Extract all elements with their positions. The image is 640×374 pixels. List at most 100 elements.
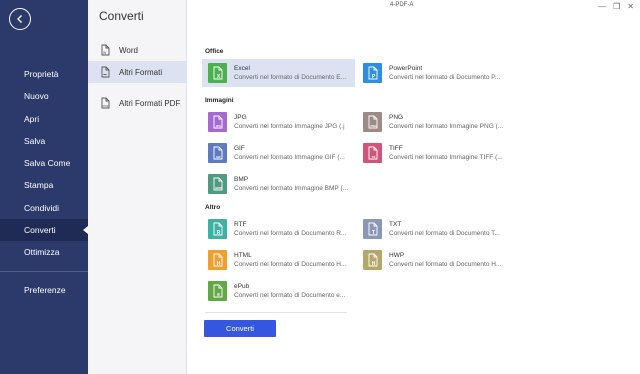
format-name: PNG	[389, 114, 404, 121]
format-name: ePub	[234, 283, 250, 290]
nav-item-salva[interactable]: Salva	[0, 130, 88, 152]
window-controls: — ❐ ✕	[598, 2, 634, 11]
format-description: Converti nel formato Immagine TIFF (...	[389, 154, 503, 161]
subnav-title: Converti	[99, 9, 144, 23]
tiff-file-icon: TIF	[363, 143, 382, 163]
format-name: TXT	[389, 221, 402, 228]
format-rtf-tile[interactable]: R RTF Converti nel formato di Documento R.…	[202, 215, 355, 243]
format-name: GIF	[234, 145, 245, 152]
format-html-tile[interactable]: H HTML Converti nel formato di Documento H…	[202, 246, 355, 274]
subnav-item-word[interactable]: W Word	[88, 39, 187, 61]
svg-text:W: W	[103, 51, 107, 55]
back-button[interactable]	[9, 8, 31, 30]
svg-text:JPG: JPG	[216, 124, 222, 128]
format-description: Converti nel formato Immagine BMP (...	[234, 185, 349, 192]
nav-item-salva-come[interactable]: Salva Come	[0, 152, 88, 174]
pdf-formats-icon: PDF	[101, 97, 110, 109]
nav-item-apri[interactable]: Apri	[0, 108, 88, 130]
format-name: PowerPoint	[389, 65, 423, 72]
format-text: PNG Converti nel formato Immagine PNG (..…	[389, 113, 509, 131]
subnav-item-altri-formati[interactable]: Altri Formati	[88, 61, 187, 83]
subnav-item-label: Altri Formati PDF	[119, 98, 181, 108]
format-description: Converti nel formato di Documento e...	[234, 292, 346, 299]
format-name: TIFF	[389, 145, 403, 152]
format-bmp-tile[interactable]: BMP BMP Converti nel formato Immagine BMP …	[202, 170, 355, 198]
format-description: Converti nel formato di Documento H...	[389, 261, 502, 268]
svg-text:T: T	[372, 230, 375, 236]
format-text: TIFF Converti nel formato Immagine TIFF (…	[389, 144, 509, 162]
format-epub-tile[interactable]: e ePub Converti nel formato di Documento e…	[202, 277, 355, 305]
divider	[205, 312, 347, 313]
format-description: Converti nel formato Immagine GIF (...	[234, 154, 345, 161]
format-excel-tile[interactable]: X Excel Converti nel formato di Documento …	[202, 59, 355, 87]
format-description: Converti nel formato di Documento E...	[234, 74, 346, 81]
nav-item-condividi[interactable]: Condividi	[0, 197, 88, 219]
svg-text:R: R	[217, 230, 221, 236]
format-description: Converti nel formato di Documento R...	[234, 230, 347, 237]
svg-text:PDF: PDF	[103, 104, 109, 108]
format-tiff-tile[interactable]: TIF TIFF Converti nel formato Immagine TIF…	[357, 139, 510, 167]
format-text: BMP Converti nel formato Immagine BMP (..…	[234, 175, 354, 193]
format-text: HTML Converti nel formato di Documento H.…	[234, 251, 354, 269]
epub-file-icon: e	[208, 281, 227, 301]
jpg-file-icon: JPG	[208, 112, 227, 132]
format-text: HWP Converti nel formato di Documento H..…	[389, 251, 509, 269]
excel-file-icon: X	[208, 63, 227, 83]
format-name: HWP	[389, 252, 405, 259]
other-formats-icon	[101, 66, 110, 78]
format-powerpoint-tile[interactable]: P PowerPoint Converti nel formato di Docum…	[357, 59, 510, 87]
powerpoint-file-icon: P	[363, 63, 382, 83]
bmp-file-icon: BMP	[208, 174, 227, 194]
word-document-icon: W	[101, 44, 110, 56]
restore-icon[interactable]: ❐	[613, 2, 620, 11]
subnav-item-label: Word	[119, 45, 138, 55]
svg-text:TIF: TIF	[371, 155, 375, 159]
window-title: 4-PDF-A	[390, 2, 414, 8]
section-title-immagini: Immagini	[205, 97, 234, 104]
nav-item-stampa[interactable]: Stampa	[0, 174, 88, 196]
nav-item-preferenze[interactable]: Preferenze	[0, 279, 88, 301]
format-jpg-tile[interactable]: JPG JPG Converti nel formato Immagine JPG …	[202, 108, 355, 136]
format-text: JPG Converti nel formato Immagine JPG (.j	[234, 113, 354, 131]
format-description: Converti nel formato di Documento H...	[234, 261, 347, 268]
close-icon[interactable]: ✕	[627, 2, 634, 11]
left-navigation: Proprietà Nuovo Apri Salva Salva Come Stampa C…	[0, 0, 88, 374]
svg-text:H: H	[217, 261, 221, 267]
format-name: RTF	[234, 221, 247, 228]
rtf-file-icon: R	[208, 219, 227, 239]
svg-text:GIF: GIF	[216, 155, 221, 159]
svg-text:e: e	[217, 292, 220, 298]
format-text: TXT Converti nel formato di Documento T..…	[389, 220, 509, 238]
nav-item-ottimizza[interactable]: Ottimizza	[0, 241, 88, 263]
subnav-item-altri-formati-pdf[interactable]: PDF Altri Formati PDF	[88, 92, 187, 114]
hwp-file-icon: H	[363, 250, 382, 270]
convert-subnav: Converti W Word Altri Formati PDF Altri …	[88, 0, 187, 374]
arrow-left-icon	[17, 15, 22, 23]
nav-item-proprieta[interactable]: Proprietà	[0, 63, 88, 85]
subnav-item-label: Altri Formati	[119, 67, 163, 77]
format-text: PowerPoint Converti nel formato di Docume…	[389, 64, 509, 82]
format-name: JPG	[234, 114, 247, 121]
nav-item-converti[interactable]: Converti	[0, 219, 88, 242]
html-file-icon: H	[208, 250, 227, 270]
format-description: Converti nel formato Immagine JPG (.j	[234, 123, 345, 130]
nav-divider	[0, 270, 88, 272]
convert-button[interactable]: Converti	[204, 320, 276, 337]
format-text: RTF Converti nel formato di Documento R..…	[234, 220, 354, 238]
nav-list: Proprietà Nuovo Apri Salva Salva Come Stampa C…	[0, 63, 88, 301]
format-hwp-tile[interactable]: H HWP Converti nel formato di Documento H.…	[357, 246, 510, 274]
gif-file-icon: GIF	[208, 143, 227, 163]
format-gif-tile[interactable]: GIF GIF Converti nel formato Immagine GIF …	[202, 139, 355, 167]
format-name: Excel	[234, 65, 250, 72]
minimize-icon[interactable]: —	[598, 2, 606, 11]
format-name: HTML	[234, 252, 252, 259]
nav-item-nuovo[interactable]: Nuovo	[0, 85, 88, 107]
png-file-icon: PNG	[363, 112, 382, 132]
format-description: Converti nel formato Immagine PNG (...	[389, 123, 504, 130]
format-name: BMP	[234, 176, 249, 183]
section-title-altro: Altro	[205, 204, 221, 211]
format-txt-tile[interactable]: T TXT Converti nel formato di Documento T.…	[357, 215, 510, 243]
format-text: GIF Converti nel formato Immagine GIF (..…	[234, 144, 354, 162]
format-png-tile[interactable]: PNG PNG Converti nel formato Immagine PNG …	[357, 108, 510, 136]
format-description: Converti nel formato di Documento T...	[389, 230, 500, 237]
